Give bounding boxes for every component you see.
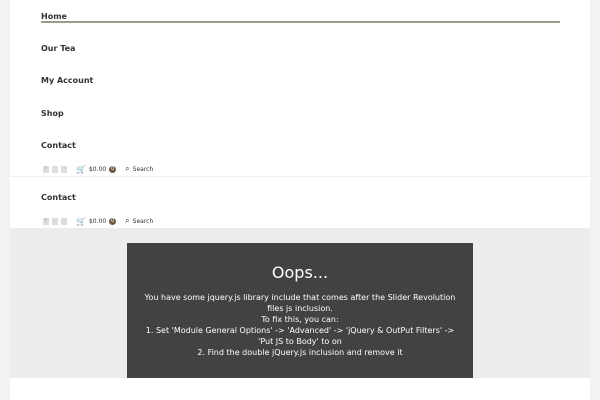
facebook-icon[interactable]: f	[43, 165, 49, 173]
instagram-icon[interactable]	[52, 165, 58, 173]
twitter-icon[interactable]	[61, 165, 67, 173]
cart-total[interactable]: $0.00	[89, 166, 106, 173]
cart-icon[interactable]: 🛒	[76, 165, 86, 174]
error-line: 2. Find the double jQuery.js inclusion a…	[197, 348, 403, 357]
facebook-icon[interactable]: f	[43, 217, 49, 225]
active-underline	[41, 21, 560, 23]
cart-total[interactable]: $0.00	[89, 218, 106, 225]
nav-my-account[interactable]: My Account	[41, 76, 93, 85]
search-icon[interactable]: ⌕	[125, 164, 129, 174]
search-link[interactable]: Search	[133, 166, 154, 173]
error-line: You have some jquery.js library include …	[144, 293, 456, 313]
header-tools: f 🛒 $0.00 0 ⌕ Search	[43, 164, 153, 174]
error-title: Oops...	[271, 263, 329, 282]
nav-our-tea[interactable]: Our Tea	[41, 44, 75, 53]
cart-count: 0	[109, 165, 117, 173]
nav-contact[interactable]: Contact	[41, 141, 76, 150]
error-box: Oops... You have some jquery.js library …	[127, 243, 473, 378]
error-line: To fix this, you can:	[261, 315, 339, 324]
error-line: 1. Set 'Module General Options' -> 'Adva…	[145, 326, 455, 346]
search-icon[interactable]: ⌕	[125, 216, 129, 226]
sticky-header-tools: f 🛒 $0.00 0 ⌕ Search	[43, 216, 153, 226]
cart-icon[interactable]: 🛒	[76, 217, 86, 226]
instagram-icon[interactable]	[52, 217, 58, 225]
divider	[10, 176, 590, 177]
cart-count: 0	[109, 217, 117, 225]
nav-home[interactable]: Home	[41, 12, 67, 21]
twitter-icon[interactable]	[61, 217, 67, 225]
nav-shop[interactable]: Shop	[41, 109, 64, 118]
search-link[interactable]: Search	[133, 218, 154, 225]
sticky-nav-contact[interactable]: Contact	[41, 193, 76, 202]
